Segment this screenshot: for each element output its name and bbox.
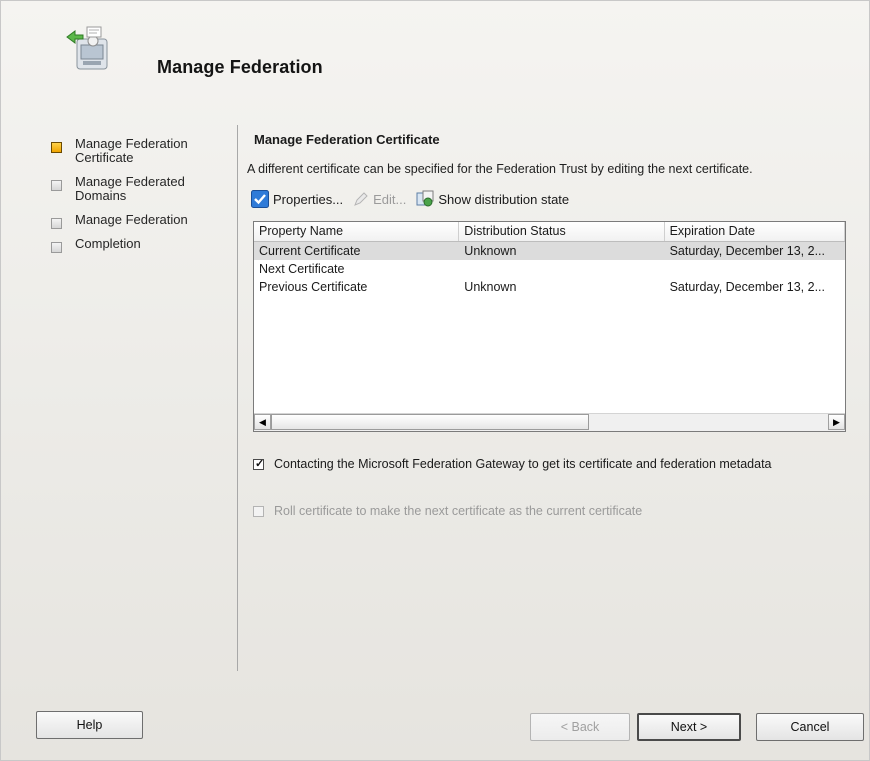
show-distribution-state-button[interactable]: Show distribution state [416, 190, 569, 208]
step-active-indicator-icon [51, 142, 62, 153]
checkmark-icon: ✓ [255, 458, 265, 470]
step-manage-federated-domains: Manage Federated Domains [49, 175, 229, 203]
cell-distribution-status: Unknown [464, 244, 517, 258]
wizard-steps: Manage Federation Certificate Manage Fed… [49, 137, 229, 261]
checkbox-box[interactable]: ✓ [253, 458, 265, 470]
column-header-distribution-status[interactable]: Distribution Status [459, 222, 665, 241]
properties-check-icon [251, 190, 269, 208]
certificate-toolbar: Properties... Edit... Show distribution … [251, 188, 579, 210]
step-label: Manage Federation [75, 212, 188, 227]
cell-property-name: Current Certificate [259, 244, 361, 258]
show-distribution-label: Show distribution state [438, 191, 570, 207]
vertical-divider [237, 125, 238, 671]
section-description: A different certificate can be specified… [247, 162, 753, 176]
federation-wizard-icon [63, 25, 115, 75]
contact-gateway-label: Contacting the Microsoft Federation Gate… [274, 457, 772, 471]
scroll-left-arrow-icon[interactable]: ◀ [254, 414, 271, 430]
horizontal-scrollbar[interactable]: ◀ ▶ [254, 413, 845, 431]
step-completion: Completion [49, 236, 229, 253]
step-indicator-icon [51, 180, 62, 191]
cell-expiration-date [665, 260, 845, 278]
cell-expiration-date: Saturday, December 13, 2... [669, 280, 825, 294]
edit-button[interactable]: Edit... [353, 191, 406, 207]
checkbox-box[interactable] [253, 506, 264, 517]
cell-property-name: Next Certificate [259, 262, 345, 276]
step-manage-federation: Manage Federation [49, 212, 229, 229]
next-button[interactable]: Next > [637, 713, 741, 741]
table-header: Property Name Distribution Status Expira… [254, 222, 845, 242]
step-manage-federation-certificate: Manage Federation Certificate [49, 137, 229, 165]
roll-certificate-label: Roll certificate to make the next certif… [274, 504, 643, 518]
scrollbar-thumb[interactable] [271, 414, 589, 430]
roll-certificate-checkbox[interactable]: Roll certificate to make the next certif… [253, 504, 642, 518]
properties-label: Properties... [273, 191, 344, 207]
certificate-table: Property Name Distribution Status Expira… [253, 221, 846, 432]
contact-gateway-checkbox[interactable]: ✓ Contacting the Microsoft Federation Ga… [253, 457, 813, 472]
table-row[interactable]: Current Certificate Unknown Saturday, De… [254, 242, 845, 260]
back-button[interactable]: < Back [530, 713, 630, 741]
step-label: Manage Federation Certificate [75, 136, 188, 165]
distribution-state-icon [416, 190, 434, 207]
step-label: Completion [75, 236, 141, 251]
pencil-icon [354, 192, 368, 206]
step-label: Manage Federated Domains [75, 174, 185, 203]
section-title: Manage Federation Certificate [254, 132, 440, 147]
edit-label: Edit... [373, 191, 407, 207]
wizard-window: Manage Federation Manage Federation Cert… [0, 0, 870, 761]
step-indicator-icon [51, 242, 62, 253]
help-button[interactable]: Help [36, 711, 143, 739]
cell-distribution-status: Unknown [464, 280, 517, 294]
page-title: Manage Federation [157, 57, 323, 77]
cancel-button[interactable]: Cancel [756, 713, 864, 741]
cell-distribution-status [459, 260, 664, 278]
table-row[interactable]: Previous Certificate Unknown Saturday, D… [254, 278, 845, 296]
cell-expiration-date: Saturday, December 13, 2... [669, 244, 825, 258]
column-header-expiration-date[interactable]: Expiration Date [665, 222, 845, 241]
cell-property-name: Previous Certificate [259, 280, 368, 294]
step-indicator-icon [51, 218, 62, 229]
column-header-property-name[interactable]: Property Name [254, 222, 460, 241]
table-row[interactable]: Next Certificate [254, 260, 845, 278]
scroll-right-arrow-icon[interactable]: ▶ [828, 414, 845, 430]
properties-button[interactable]: Properties... [251, 190, 343, 208]
